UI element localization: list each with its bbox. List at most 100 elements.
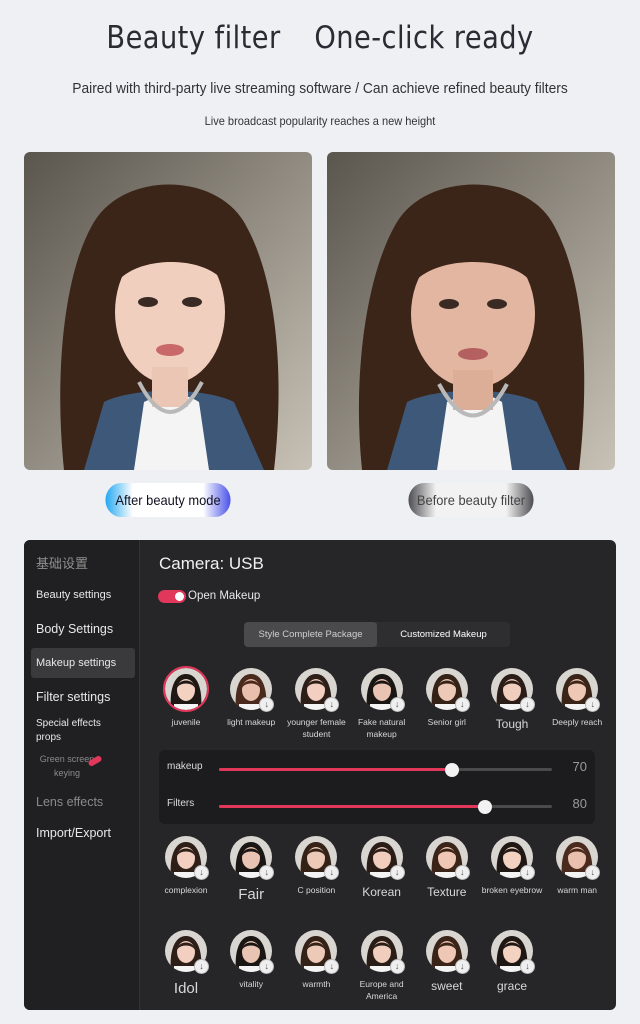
preset-label: warm man	[557, 885, 598, 895]
preset-thumbnail[interactable]: ↓	[165, 930, 209, 974]
preset-card[interactable]: ↓ warm man	[545, 836, 609, 896]
sidebar-item-filter-settings[interactable]: Filter settings	[24, 690, 140, 704]
download-icon[interactable]: ↓	[194, 959, 209, 974]
preset-card[interactable]: ↓ Europe and America	[350, 930, 414, 1003]
download-icon[interactable]: ↓	[520, 697, 535, 712]
preset-label: Tough	[495, 717, 529, 731]
download-icon[interactable]: ↓	[520, 865, 535, 880]
preset-card[interactable]: ↓ Deeply reach	[545, 668, 609, 728]
preset-label: Texture	[427, 885, 467, 899]
preset-label: Deeply reach	[552, 717, 603, 727]
preset-thumbnail[interactable]: ↓	[491, 930, 535, 974]
download-icon[interactable]: ↓	[194, 865, 209, 880]
preset-thumbnail[interactable]: ↓	[230, 668, 275, 712]
preset-thumbnail[interactable]: ↓	[556, 836, 601, 880]
preset-card[interactable]: ↓ light makeup	[219, 668, 283, 728]
preset-thumbnail[interactable]: ↓	[295, 930, 340, 974]
preset-thumbnail[interactable]: ↓	[165, 836, 209, 880]
tab-style-complete-package[interactable]: Style Complete Package	[244, 622, 377, 647]
preset-thumbnail[interactable]: ↓	[556, 668, 601, 712]
preset-thumbnail[interactable]: ↓	[425, 930, 470, 974]
preset-label: Fake natural makeup	[357, 717, 406, 740]
download-icon[interactable]: ↓	[454, 959, 470, 974]
filters-slider-thumb[interactable]	[478, 800, 493, 814]
preset-thumbnail[interactable]: ↓	[425, 668, 470, 712]
preset-label: complexion	[164, 885, 208, 895]
makeup-slider-label: makeup	[167, 761, 203, 772]
preset-card[interactable]: ↓ warmth	[284, 930, 348, 990]
preset-thumbnail[interactable]: ↓	[425, 836, 470, 880]
preset-card[interactable]: juvenile	[154, 666, 218, 728]
preset-card[interactable]: ↓ complexion	[154, 836, 218, 896]
sidebar-item-special-effects[interactable]: Special effects props	[24, 717, 104, 745]
download-icon[interactable]: ↓	[389, 865, 405, 880]
open-makeup-toggle[interactable]	[158, 590, 186, 603]
preset-card[interactable]: ↓ Tough	[480, 668, 544, 733]
sidebar-header: 基础设置	[36, 556, 89, 571]
preset-label: vitality	[239, 979, 263, 989]
download-icon[interactable]: ↓	[324, 865, 340, 880]
sidebar-item-body-settings[interactable]: Body Settings	[24, 622, 140, 636]
preset-card[interactable]: ↓ Fair	[219, 836, 283, 906]
beauty-app-panel: 基础设置 Beauty settings Body Settings Makeu…	[24, 540, 616, 1010]
preset-thumbnail[interactable]: ↓	[230, 836, 275, 880]
download-icon[interactable]: ↓	[389, 959, 405, 974]
sidebar-item-green-screen[interactable]: Green screen keying	[24, 752, 98, 780]
camera-title: Camera: USB	[159, 554, 264, 573]
download-icon[interactable]: ↓	[259, 959, 275, 974]
preset-card[interactable]: ↓ Texture	[415, 836, 479, 901]
sidebar-item-beauty-settings[interactable]: Beauty settings	[24, 589, 140, 601]
hero-subtitle: Paired with third-party live streaming s…	[72, 80, 568, 97]
sidebar-item-lens-effects[interactable]: Lens effects	[24, 795, 140, 809]
filters-slider-fill	[219, 805, 486, 808]
preset-thumbnail[interactable]: ↓	[360, 836, 405, 880]
download-icon[interactable]: ↓	[259, 865, 275, 880]
preset-card[interactable]: ↓ broken eyebrow	[480, 836, 544, 896]
makeup-slider-value: 70	[572, 759, 587, 774]
preset-card[interactable]: ↓ younger female student	[284, 668, 348, 741]
download-icon[interactable]: ↓	[454, 865, 470, 880]
filters-slider-label: Filters	[167, 798, 195, 809]
preset-card[interactable]: ↓ grace	[480, 930, 544, 995]
filters-slider-row: Filters 80	[167, 796, 587, 816]
preset-label: Europe and America	[359, 979, 404, 1002]
preset-thumbnail[interactable]: ↓	[295, 668, 340, 712]
preset-card[interactable]: ↓ C position	[284, 836, 348, 896]
preset-label: warmth	[302, 979, 331, 989]
preset-thumbnail[interactable]: ↓	[230, 930, 275, 974]
preset-label: Korean	[362, 885, 401, 899]
download-icon[interactable]: ↓	[520, 959, 535, 974]
download-icon[interactable]: ↓	[585, 865, 601, 880]
preset-label: broken eyebrow	[481, 885, 543, 895]
tab-customized-makeup[interactable]: Customized Makeup	[377, 622, 510, 647]
after-beauty-badge: After beauty mode	[105, 483, 231, 517]
download-icon[interactable]: ↓	[585, 697, 601, 712]
makeup-slider-thumb[interactable]	[445, 763, 460, 777]
filters-slider-track[interactable]	[219, 800, 552, 814]
sidebar-item-import-export[interactable]: Import/Export	[24, 826, 140, 840]
preset-card[interactable]: ↓ vitality	[219, 930, 283, 990]
preset-thumbnail[interactable]: ↓	[295, 836, 340, 880]
preset-card[interactable]: ↓ sweet	[415, 930, 479, 995]
preset-card[interactable]: ↓ Fake natural makeup	[350, 668, 414, 741]
preset-thumbnail[interactable]: ↓	[360, 668, 405, 712]
preset-label: Senior girl	[427, 717, 466, 727]
preset-thumbnail[interactable]	[163, 666, 209, 712]
preset-thumbnail[interactable]: ↓	[491, 668, 535, 712]
hero-title: Beauty filter One-click ready	[38, 20, 601, 56]
preset-thumbnail[interactable]: ↓	[491, 836, 535, 880]
preset-card[interactable]: ↓ Idol	[154, 930, 218, 1000]
download-icon[interactable]: ↓	[324, 959, 340, 974]
preset-label: light makeup	[227, 717, 276, 727]
preset-thumbnail[interactable]: ↓	[360, 930, 405, 974]
download-icon[interactable]: ↓	[259, 697, 275, 712]
sidebar: 基础设置 Beauty settings Body Settings Makeu…	[24, 540, 140, 1010]
preset-card[interactable]: ↓ Korean	[350, 836, 414, 901]
download-icon[interactable]: ↓	[389, 697, 405, 712]
intensity-sliders: makeup 70 Filters 80	[159, 750, 595, 824]
download-icon[interactable]: ↓	[454, 697, 470, 712]
download-icon[interactable]: ↓	[324, 697, 340, 712]
sidebar-item-makeup-settings[interactable]: Makeup settings	[31, 648, 135, 678]
preset-card[interactable]: ↓ Senior girl	[415, 668, 479, 728]
makeup-slider-track[interactable]	[219, 763, 552, 777]
